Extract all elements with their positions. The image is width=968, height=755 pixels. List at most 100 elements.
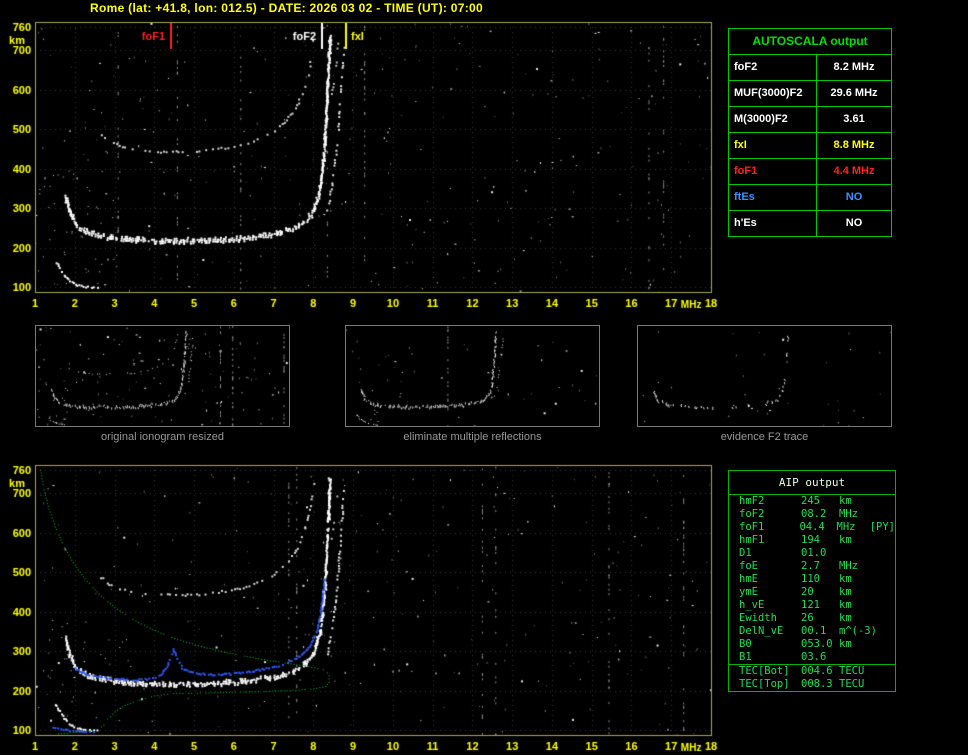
aip-param-extra (873, 560, 895, 573)
aip-param-name: TEC[Top] (739, 678, 801, 691)
aip-param-unit: km (839, 573, 873, 586)
aip-param-extra (873, 573, 895, 586)
autoscala-param-value: 4.4 MHz (817, 159, 891, 184)
aip-param-unit (839, 547, 873, 560)
aip-param-extra (873, 638, 895, 651)
aip-param-name: B1 (739, 651, 801, 664)
aip-param-extra (873, 599, 895, 612)
thumb-original-ionogram (35, 325, 290, 427)
aip-param-name: h_vE (739, 599, 801, 612)
autoscala-param-value: 3.61 (817, 107, 891, 132)
aip-row-hmF2: hmF2245km (729, 495, 895, 508)
aip-row-DelN_vE: DelN_vE00.1m^(-3) (729, 625, 895, 638)
aip-param-unit: km (839, 638, 873, 651)
aip-param-value: 20 (801, 586, 839, 599)
aip-param-extra (873, 625, 895, 638)
aip-param-unit: TECU (839, 678, 873, 691)
autoscala-table-title: AUTOSCALA output (729, 29, 891, 55)
aip-row-TEC[Top]: TEC[Top]008.3TECU (729, 678, 895, 691)
thumb-caption-original: original ionogram resized (35, 431, 290, 443)
aip-row-D1: D101.0 (729, 547, 895, 560)
aip-row-hmF1: hmF1194km (729, 534, 895, 547)
aip-row-B0: B0053.0km (729, 638, 895, 651)
aip-param-name: foE (739, 560, 801, 573)
aip-param-unit: MHz (839, 560, 873, 573)
station-date-title: Rome (lat: +41.8, lon: 012.5) - DATE: 20… (90, 1, 483, 15)
aip-param-extra (873, 651, 895, 664)
autoscala-screen: Rome (lat: +41.8, lon: 012.5) - DATE: 20… (0, 0, 968, 755)
autoscala-row-h'Es: h'EsNO (729, 211, 891, 236)
aip-param-value: 03.6 (801, 651, 839, 664)
aip-param-unit: km (839, 495, 873, 508)
aip-param-name: ymE (739, 586, 801, 599)
aip-row-Ewidth: Ewidth26km (729, 612, 895, 625)
aip-param-name: foF1 (739, 521, 799, 534)
aip-param-value: 008.3 (801, 678, 839, 691)
aip-param-value: 053.0 (801, 638, 839, 651)
aip-param-value: 01.0 (801, 547, 839, 560)
aip-param-extra (873, 547, 895, 560)
thumb-eliminate-reflections (345, 325, 600, 427)
aip-param-unit: km (839, 534, 873, 547)
aip-param-extra (873, 612, 895, 625)
aip-table-rows: hmF2245kmfoF208.2MHzfoF104.4MHz[PY]hmF11… (729, 495, 895, 691)
aip-param-value: 121 (801, 599, 839, 612)
autoscala-param-value: NO (817, 211, 891, 236)
aip-param-name: foF2 (739, 508, 801, 521)
aip-param-name: hmF2 (739, 495, 801, 508)
autoscala-param-label: foF2 (729, 55, 817, 80)
aip-param-value: 110 (801, 573, 839, 586)
autoscala-row-foF1: foF14.4 MHz (729, 159, 891, 185)
aip-param-unit: m^(-3) (839, 625, 873, 638)
aip-param-name: B0 (739, 638, 801, 651)
aip-row-foF1: foF104.4MHz[PY] (729, 521, 895, 534)
autoscala-param-label: MUF(3000)F2 (729, 81, 817, 106)
aip-row-h_vE: h_vE121km (729, 599, 895, 612)
autoscala-output-table: AUTOSCALA output foF28.2 MHzMUF(3000)F22… (728, 28, 892, 237)
aip-param-name: hmF1 (739, 534, 801, 547)
aip-param-extra (873, 495, 895, 508)
aip-param-name: Ewidth (739, 612, 801, 625)
autoscala-param-label: h'Es (729, 211, 817, 236)
autoscala-row-M(3000)F2: M(3000)F23.61 (729, 107, 891, 133)
aip-param-value: 26 (801, 612, 839, 625)
aip-row-B1: B103.6 (729, 651, 895, 664)
aip-param-value: 04.4 (799, 521, 836, 534)
aip-param-unit: MHz (839, 508, 873, 521)
autoscala-row-foF2: foF28.2 MHz (729, 55, 891, 81)
aip-param-extra (873, 665, 895, 678)
aip-row-ymE: ymE20km (729, 586, 895, 599)
autoscala-table-rows: foF28.2 MHzMUF(3000)F229.6 MHzM(3000)F23… (729, 55, 891, 236)
aip-param-value: 2.7 (801, 560, 839, 573)
aip-param-value: 245 (801, 495, 839, 508)
aip-row-hmE: hmE110km (729, 573, 895, 586)
aip-param-name: TEC[Bot] (739, 665, 801, 678)
aip-param-extra (873, 586, 895, 599)
aip-param-unit (839, 651, 873, 664)
autoscala-param-label: foF1 (729, 159, 817, 184)
autoscala-param-value: NO (817, 185, 891, 210)
autoscala-param-label: fxI (729, 133, 817, 158)
autoscala-param-value: 8.8 MHz (817, 133, 891, 158)
aip-param-extra (873, 534, 895, 547)
thumb-caption-eliminate: eliminate multiple reflections (345, 431, 600, 443)
autoscala-row-ftEs: ftEsNO (729, 185, 891, 211)
autoscala-row-MUF(3000)F2: MUF(3000)F229.6 MHz (729, 81, 891, 107)
aip-param-unit: km (839, 612, 873, 625)
aip-row-foE: foE2.7MHz (729, 560, 895, 573)
aip-param-unit: MHz (837, 521, 870, 534)
ionogram-plot (0, 14, 720, 314)
aip-param-unit: km (839, 586, 873, 599)
aip-param-name: hmE (739, 573, 801, 586)
aip-param-unit: TECU (839, 665, 873, 678)
thumb-caption-evidence: evidence F2 trace (637, 431, 892, 443)
aip-param-value: 08.2 (801, 508, 839, 521)
aip-row-foF2: foF208.2MHz (729, 508, 895, 521)
autoscala-row-fxI: fxI8.8 MHz (729, 133, 891, 159)
autoscala-param-value: 29.6 MHz (817, 81, 891, 106)
aip-param-unit: km (839, 599, 873, 612)
thumb-evidence-f2-trace (637, 325, 892, 427)
aip-row-TEC[Bot]: TEC[Bot]004.6TECU (729, 664, 895, 678)
aip-table-title: AIP output (729, 471, 895, 495)
autoscala-param-value: 8.2 MHz (817, 55, 891, 80)
